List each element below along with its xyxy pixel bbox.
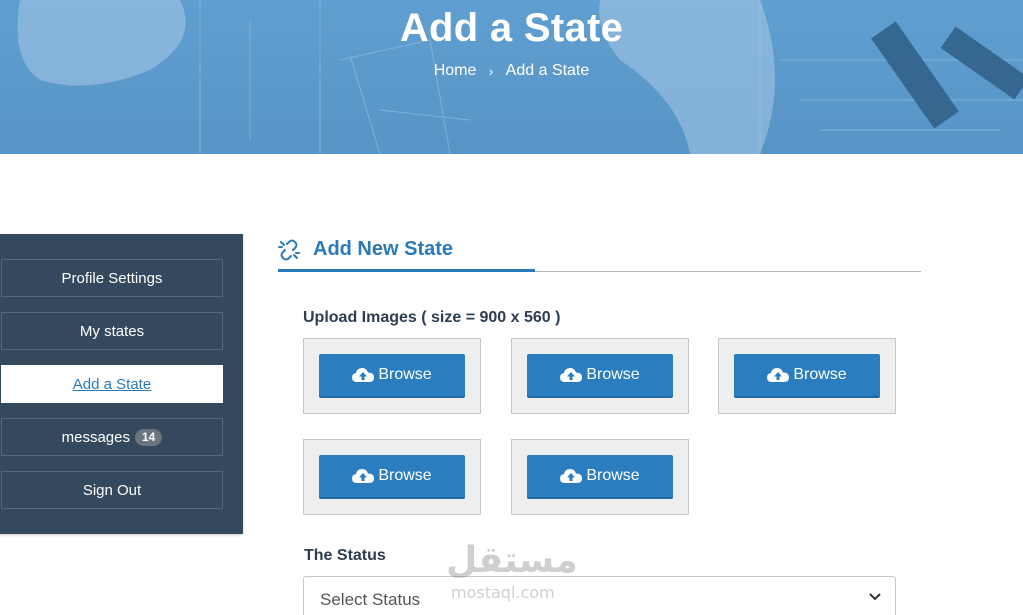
breadcrumb: Home › Add a State	[0, 62, 1023, 80]
watermark-latin: mostaql.com	[451, 583, 555, 602]
sidebar-item-messages[interactable]: messages 14	[1, 418, 223, 456]
watermark-logo: مستقل mostaql.com	[446, 540, 578, 602]
browse-label: Browse	[378, 366, 432, 383]
image-upload-slot: Browse	[511, 439, 689, 515]
messages-count-badge: 14	[135, 428, 163, 446]
sidebar-item-sign-out[interactable]: Sign Out	[1, 471, 223, 509]
broken-link-icon	[278, 239, 300, 261]
image-upload-slot: Browse	[718, 338, 896, 414]
image-upload-slot: Browse	[511, 338, 689, 414]
section-title: Add New State	[313, 238, 454, 260]
sidebar-item-label: Sign Out	[82, 481, 142, 499]
cloud-upload-icon	[352, 368, 375, 382]
sidebar-item-my-states[interactable]: My states	[1, 312, 223, 350]
cloud-upload-icon	[767, 368, 790, 382]
browse-button[interactable]: Browse	[734, 354, 880, 398]
sidebar-item-label: My states	[79, 322, 145, 340]
cloud-upload-icon	[352, 469, 375, 483]
sidebar-item-label: Add a State	[72, 375, 152, 393]
section-header: Add New State	[278, 236, 921, 272]
status-select-value: Select Status	[320, 590, 421, 609]
browse-button[interactable]: Browse	[527, 354, 673, 398]
browse-label: Browse	[793, 366, 847, 383]
browse-button[interactable]: Browse	[319, 455, 465, 499]
breadcrumb-home[interactable]: Home	[434, 62, 477, 80]
browse-label: Browse	[586, 467, 640, 484]
status-select[interactable]: Select Status	[303, 576, 896, 615]
cloud-upload-icon	[560, 368, 583, 382]
page-hero: Add a State Home › Add a State	[0, 0, 1023, 154]
breadcrumb-separator: ›	[488, 63, 494, 79]
sidebar-item-label: messages	[61, 428, 130, 446]
sidebar-item-add-state[interactable]: Add a State	[1, 365, 223, 403]
breadcrumb-current: Add a State	[505, 62, 590, 79]
account-sidebar: Profile Settings My states Add a State m…	[0, 234, 243, 534]
status-label: The Status	[304, 547, 386, 564]
browse-label: Browse	[586, 366, 640, 383]
image-upload-slot: Browse	[303, 338, 481, 414]
cloud-upload-icon	[560, 469, 583, 483]
chevron-down-icon	[869, 593, 881, 601]
page-title: Add a State	[399, 6, 624, 50]
browse-button[interactable]: Browse	[319, 354, 465, 398]
sidebar-item-profile-settings[interactable]: Profile Settings	[1, 259, 223, 297]
browse-button[interactable]: Browse	[527, 455, 673, 499]
sidebar-item-label: Profile Settings	[61, 269, 163, 287]
watermark-arabic: مستقل	[446, 540, 578, 581]
image-upload-slot: Browse	[303, 439, 481, 515]
section-divider-accent	[278, 269, 535, 272]
browse-label: Browse	[378, 467, 432, 484]
upload-images-label: Upload Images ( size = 900 x 560 )	[303, 309, 561, 326]
